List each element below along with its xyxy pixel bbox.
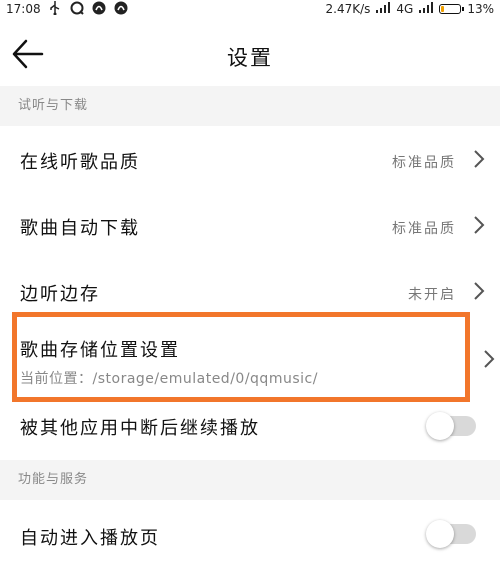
app-icon	[92, 1, 106, 15]
auto-player-page-toggle[interactable]	[426, 520, 476, 548]
setting-value: 标准品质	[392, 221, 456, 237]
setting-online-quality[interactable]: 在线听歌品质 标准品质	[0, 126, 500, 192]
setting-auto-download[interactable]: 歌曲自动下载 标准品质	[0, 192, 500, 258]
setting-storage-location[interactable]: 歌曲存储位置设置 当前位置：/storage/emulated/0/qqmusi…	[0, 324, 500, 400]
toggle-knob	[426, 412, 454, 440]
network-speed: 2.47K/s	[325, 2, 371, 16]
setting-label: 自动进入播放页	[20, 528, 160, 549]
status-right: 2.47K/s 4G 13%	[325, 2, 494, 16]
setting-continue-after-interrupt: 被其他应用中断后继续播放	[0, 402, 500, 458]
setting-label: 边听边存	[20, 284, 100, 305]
chevron-right-icon	[474, 282, 485, 300]
usb-icon	[48, 1, 62, 15]
setting-auto-player-page: 自动进入播放页	[0, 500, 500, 574]
page-header: 设置	[0, 22, 500, 86]
setting-label: 被其他应用中断后继续播放	[20, 418, 260, 439]
setting-label: 在线听歌品质	[20, 152, 140, 173]
continue-play-toggle[interactable]	[426, 412, 476, 440]
setting-value: 未开启	[408, 287, 456, 303]
chevron-right-icon	[474, 216, 485, 234]
setting-label: 歌曲存储位置设置	[20, 340, 180, 361]
battery-icon	[439, 4, 465, 14]
section-header-listen-download: 试听与下载	[0, 86, 500, 126]
setting-label: 歌曲自动下载	[20, 218, 140, 239]
status-bar: 17:08 2.47K/s 4G 13%	[0, 0, 500, 20]
chevron-right-icon	[484, 350, 495, 368]
signal-icon	[376, 2, 391, 16]
status-time: 17:08	[6, 2, 41, 16]
setting-listen-cache[interactable]: 边听边存 未开启	[0, 258, 500, 324]
setting-value: 标准品质	[392, 155, 456, 171]
storage-path: 当前位置：/storage/emulated/0/qqmusic/	[20, 371, 318, 387]
network-type: 4G	[396, 2, 414, 16]
notification-icon	[70, 1, 84, 15]
app-icon	[114, 1, 128, 15]
page-title: 设置	[227, 46, 273, 70]
battery-percent: 13%	[467, 2, 494, 16]
chevron-right-icon	[474, 150, 485, 168]
status-icons	[48, 1, 128, 15]
toggle-knob	[426, 520, 454, 548]
signal-icon	[419, 2, 434, 16]
section-header-features: 功能与服务	[0, 460, 500, 500]
